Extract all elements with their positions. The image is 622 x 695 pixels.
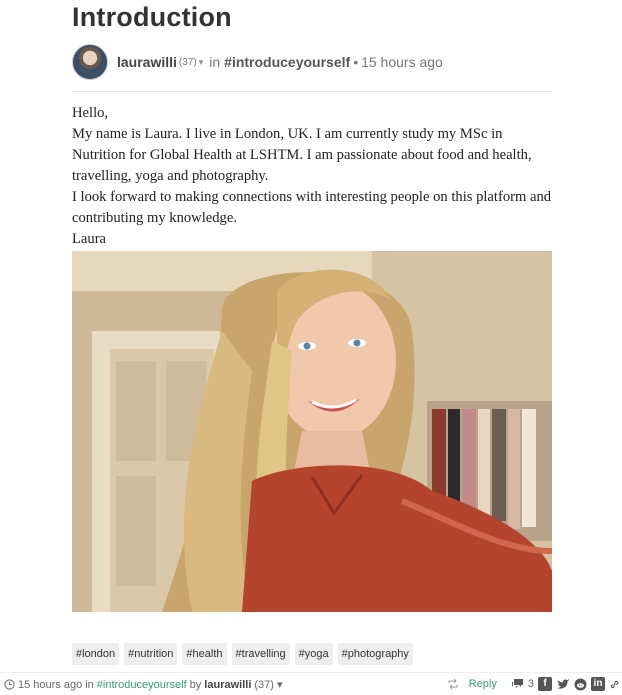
- chevron-down-icon[interactable]: ▾: [277, 678, 283, 691]
- body-paragraph: Laura: [72, 231, 107, 247]
- post-time[interactable]: 15 hours ago: [361, 54, 443, 70]
- tag-yoga[interactable]: #yoga: [294, 643, 333, 665]
- community-link[interactable]: #introduceyourself: [224, 54, 350, 70]
- comment-count[interactable]: 3: [528, 678, 534, 690]
- tag-health[interactable]: #health: [182, 643, 227, 665]
- footer-time[interactable]: 15 hours ago: [18, 679, 82, 691]
- facebook-icon[interactable]: f: [538, 677, 552, 691]
- body-paragraph: Hello,: [72, 105, 109, 121]
- tag-nutrition[interactable]: #nutrition: [124, 643, 178, 665]
- comments-icon[interactable]: [511, 678, 524, 690]
- footer-author-link[interactable]: laurawilli: [204, 679, 251, 691]
- divider: [72, 91, 552, 92]
- reblog-icon[interactable]: [447, 678, 459, 690]
- body-paragraph: I look forward to making connections wit…: [72, 189, 552, 226]
- author-reputation: (37): [178, 56, 197, 68]
- chevron-down-icon[interactable]: ▾: [199, 57, 204, 68]
- footer-community-link[interactable]: #introduceyourself: [97, 679, 187, 691]
- reddit-icon[interactable]: [574, 678, 587, 691]
- twitter-icon[interactable]: [556, 678, 570, 690]
- post-meta: laurawilli (37) ▾ in #introduceyourself …: [72, 44, 443, 80]
- tag-list: #london #nutrition #health #travelling #…: [72, 643, 413, 665]
- footer-actions: Reply 3 f in: [447, 677, 620, 691]
- footer-meta: 15 hours ago in #introduceyourself by la…: [4, 678, 282, 691]
- portrait-image: [72, 251, 552, 612]
- footer-by-label: by: [189, 678, 202, 691]
- footer-reputation: (37): [254, 678, 274, 691]
- avatar[interactable]: [72, 44, 108, 80]
- meta-separator: •: [353, 54, 359, 70]
- link-icon[interactable]: [609, 679, 620, 690]
- clock-icon: [4, 679, 15, 690]
- post-body: Hello, My name is Laura. I live in Londo…: [72, 103, 552, 250]
- tag-london[interactable]: #london: [72, 643, 120, 665]
- tag-travelling[interactable]: #travelling: [231, 643, 290, 665]
- in-label: in: [209, 54, 221, 70]
- author-link[interactable]: laurawilli: [117, 54, 177, 70]
- linkedin-icon[interactable]: in: [591, 677, 605, 691]
- post-photo: [72, 251, 552, 612]
- reply-button[interactable]: Reply: [469, 678, 497, 690]
- post-footer: 15 hours ago in #introduceyourself by la…: [0, 672, 622, 695]
- body-paragraph: My name is Laura. I live in London, UK. …: [72, 126, 532, 184]
- footer-in-label: in: [85, 678, 94, 691]
- tag-photography[interactable]: #photography: [337, 643, 413, 665]
- post-title: Introduction: [72, 2, 232, 32]
